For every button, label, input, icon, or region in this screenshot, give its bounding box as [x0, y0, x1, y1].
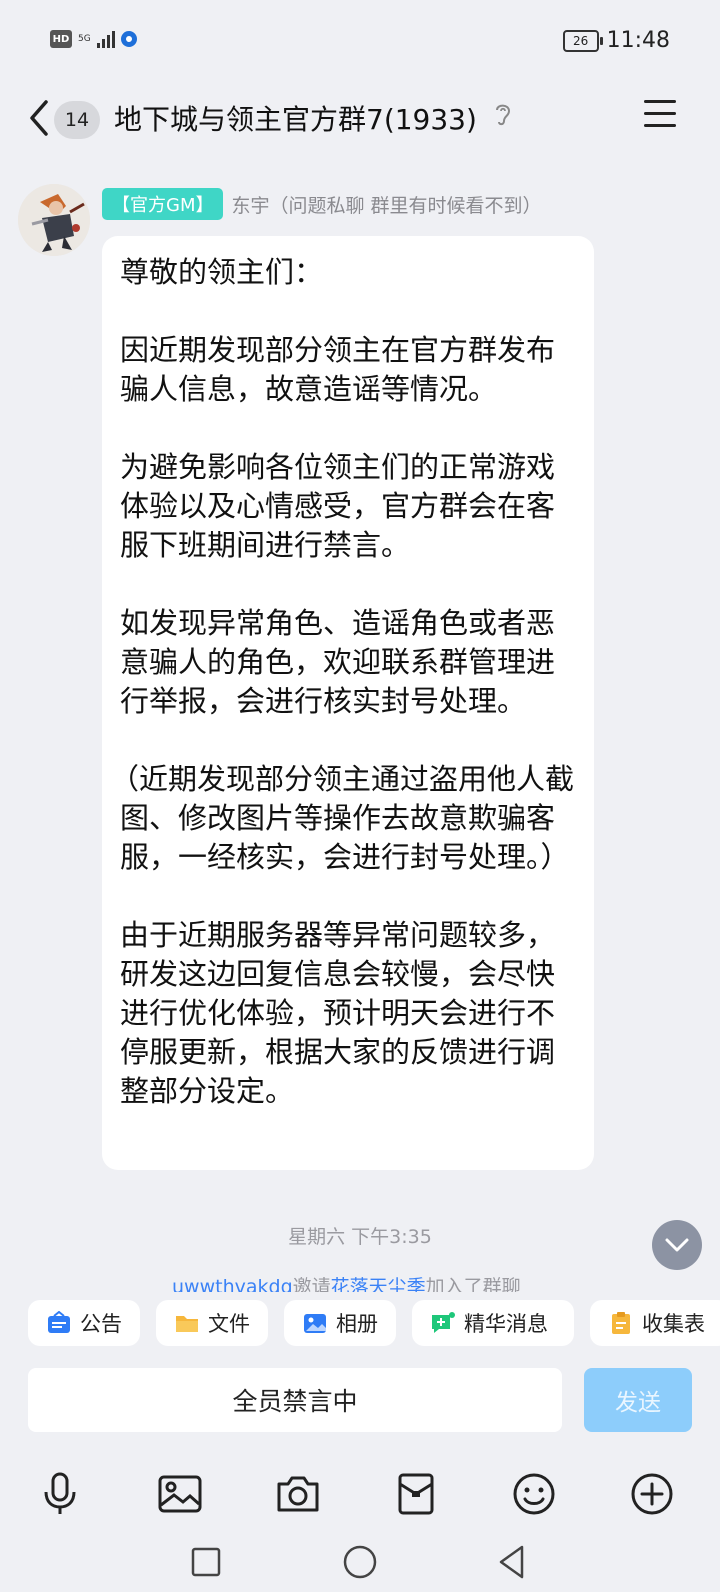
form-icon [612, 1312, 630, 1334]
red-packet-icon [398, 1473, 434, 1515]
back-arrow-icon[interactable] [26, 96, 54, 140]
form-chip[interactable]: 收集表 [590, 1300, 720, 1346]
sender-row: 【官方GM】 东宇（问题私聊 群里有时候看不到） [102, 188, 542, 220]
input-toolbar [0, 1464, 720, 1524]
message-paragraph: 尊敬的领主们： [120, 255, 324, 289]
voice-button[interactable] [30, 1464, 90, 1524]
app-status-icon [120, 31, 137, 47]
send-button[interactable]: 发送 [584, 1368, 692, 1432]
microphone-icon [44, 1472, 76, 1514]
emoji-icon [513, 1473, 555, 1515]
sender-name[interactable]: 东宇（问题私聊 群里有时候看不到） [231, 191, 541, 218]
unread-count-badge[interactable]: 14 [54, 101, 100, 139]
emoji-button[interactable] [504, 1464, 564, 1524]
chip-label: 文件 [208, 1312, 250, 1336]
folder-icon [176, 1316, 198, 1332]
menu-icon[interactable] [644, 100, 676, 130]
timestamp: 星期六 下午3:35 [288, 1226, 432, 1248]
gm-badge: 【官方GM】 [102, 188, 224, 220]
essence-chip[interactable]: 精华消息 [412, 1300, 574, 1346]
hd-icon: HD [50, 30, 72, 48]
status-bar: HD 5G 26 11:48 [0, 0, 720, 84]
back-nav-button[interactable] [492, 1542, 532, 1582]
quick-action-bar: 公告 文件 相册 精华消息 收集表 [0, 1300, 720, 1346]
message-paragraph: 如发现异常角色、造谣角色或者恶意骗人的角色，欢迎联系群管理进行举报，会进行核实封… [120, 606, 556, 718]
chip-label: 精华消息 [464, 1312, 548, 1336]
message-bubble[interactable]: 尊敬的领主们： 因近期发现部分领主在官方群发布骗人信息，故意造谣等情况。 为避免… [102, 236, 594, 1170]
battery-icon: 26 [562, 29, 603, 52]
avatar[interactable] [18, 184, 90, 256]
more-button[interactable] [622, 1464, 682, 1524]
plus-icon [631, 1473, 673, 1515]
camera-button[interactable] [268, 1464, 328, 1524]
files-chip[interactable]: 文件 [156, 1300, 268, 1346]
system-notice: uwwthvakdq邀请花落天尘季加入了群聊 [0, 1270, 720, 1294]
camera-icon [277, 1476, 319, 1512]
announcement-chip[interactable]: 公告 [28, 1300, 140, 1346]
chip-label: 相册 [336, 1312, 378, 1336]
home-icon [343, 1545, 377, 1579]
ear-icon [496, 104, 511, 126]
image-icon [158, 1475, 202, 1513]
recent-apps-button[interactable] [186, 1542, 226, 1582]
chat-header: 14 地下城与领主官方群7(1933) [0, 84, 720, 156]
red-packet-button[interactable] [386, 1464, 446, 1524]
chat-title[interactable]: 地下城与领主官方群7(1933) [114, 98, 477, 138]
network-type: 5G [78, 33, 91, 44]
clock: 11:48 [606, 28, 670, 53]
system-nav-bar [0, 1532, 720, 1592]
album-icon [304, 1314, 326, 1333]
signal-icon [96, 30, 115, 48]
message-paragraph: （近期发现部分领主通过盗用他人截图、修改图片等操作去故意欺骗客服，一经核实，会进… [110, 762, 575, 874]
avatar-illustration [18, 184, 90, 256]
chip-label: 收集表 [642, 1312, 705, 1336]
message-input[interactable]: 全员禁言中 [28, 1368, 562, 1432]
back-nav-icon [499, 1545, 524, 1579]
chevron-down-icon [665, 1238, 689, 1252]
home-button[interactable] [340, 1542, 380, 1582]
image-button[interactable] [150, 1464, 210, 1524]
status-left: HD 5G [50, 30, 137, 48]
message-paragraph: 由于近期服务器等异常问题较多，研发这边回复信息会较慢，会尽快进行优化体验，预计明… [120, 918, 556, 1108]
status-right: 26 11:48 [562, 28, 670, 53]
essence-icon [432, 1312, 455, 1333]
scroll-down-button[interactable] [652, 1220, 702, 1270]
announcement-icon [48, 1311, 70, 1333]
message-paragraph: 为避免影响各位领主们的正常游戏体验以及心情感受，官方群会在客服下班期间进行禁言。 [120, 450, 556, 562]
bottom-panel: 公告 文件 相册 精华消息 收集表 全员禁言中 发送 [0, 1292, 720, 1592]
album-chip[interactable]: 相册 [284, 1300, 396, 1346]
recent-apps-icon [191, 1547, 221, 1577]
chip-label: 公告 [80, 1312, 122, 1336]
message-paragraph: 因近期发现部分领主在官方群发布骗人信息，故意造谣等情况。 [120, 333, 556, 406]
